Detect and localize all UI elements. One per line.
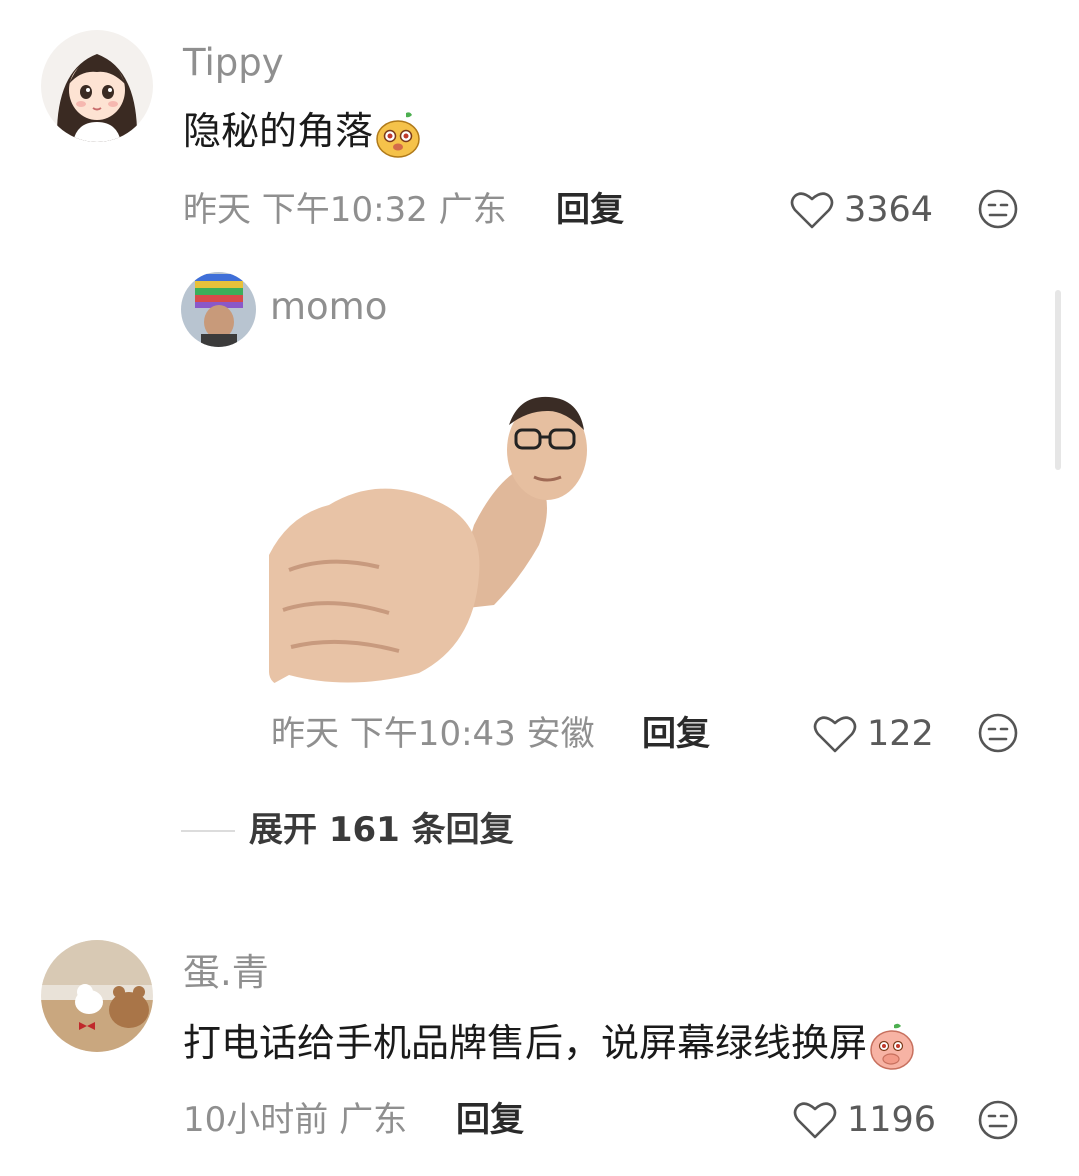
- neutral-face-icon: [978, 713, 1018, 753]
- reply-like-count: 122: [867, 714, 934, 754]
- reply-username[interactable]: momo: [270, 284, 387, 330]
- dog-and-bear-photo-avatar-icon: [41, 940, 153, 1052]
- expand-divider: [181, 830, 235, 832]
- like-count: 3364: [844, 190, 934, 230]
- reply-button[interactable]: 回复: [456, 1098, 524, 1142]
- heart-icon: [790, 192, 834, 229]
- expand-replies-button[interactable]: 展开 161 条回复: [249, 808, 514, 852]
- sticker-image[interactable]: [269, 355, 599, 686]
- peach-covering-mouth-emoji-icon: [870, 1023, 914, 1070]
- dislike-button[interactable]: [977, 188, 1019, 234]
- comment-text-body: 打电话给手机品牌售后，说屏幕绿线换屏: [183, 1021, 868, 1065]
- comment-username[interactable]: 蛋.青: [183, 950, 269, 996]
- heart-icon: [793, 1102, 837, 1139]
- comment-username[interactable]: Tippy: [183, 40, 284, 86]
- like-count: 1196: [847, 1100, 937, 1140]
- reply-location: 安徽: [526, 714, 595, 754]
- reply-like-button[interactable]: 122: [813, 712, 934, 756]
- reply-dislike-button[interactable]: [977, 712, 1019, 758]
- reply-meta: 昨天 下午10:43 安徽: [271, 712, 595, 756]
- thumbs-up-face-sticker-icon: [269, 355, 599, 686]
- comment-text-body: 隐秘的角落: [183, 109, 374, 153]
- comment-location: 广东: [339, 1100, 408, 1140]
- reply-reply-button[interactable]: 回复: [642, 712, 710, 756]
- avatar[interactable]: [41, 940, 153, 1052]
- reply-button[interactable]: 回复: [556, 188, 624, 232]
- scrollbar[interactable]: [1055, 290, 1061, 470]
- reply-avatar[interactable]: [181, 272, 256, 347]
- comment-meta: 10小时前 广东: [183, 1098, 407, 1142]
- neutral-face-icon: [978, 189, 1018, 229]
- comment-location: 广东: [438, 190, 507, 230]
- neutral-face-icon: [978, 1100, 1018, 1140]
- heart-icon: [813, 716, 857, 753]
- rainbow-hat-man-avatar-icon: [181, 272, 256, 347]
- dislike-button[interactable]: [977, 1099, 1019, 1145]
- like-button[interactable]: 1196: [793, 1098, 936, 1142]
- comment-time: 昨天 下午10:32: [183, 190, 428, 230]
- comment-time: 10小时前: [183, 1100, 329, 1140]
- yellow-pear-emoji-icon: [376, 111, 420, 158]
- comment-meta: 昨天 下午10:32 广东: [183, 188, 507, 232]
- like-button[interactable]: 3364: [790, 188, 933, 232]
- comment-text: 打电话给手机品牌售后，说屏幕绿线换屏: [183, 1018, 917, 1071]
- reply-time: 昨天 下午10:43: [271, 714, 516, 754]
- comment-text: 隐秘的角落: [183, 106, 423, 159]
- avatar[interactable]: [41, 30, 153, 142]
- girl-cartoon-avatar-icon: [41, 30, 153, 142]
